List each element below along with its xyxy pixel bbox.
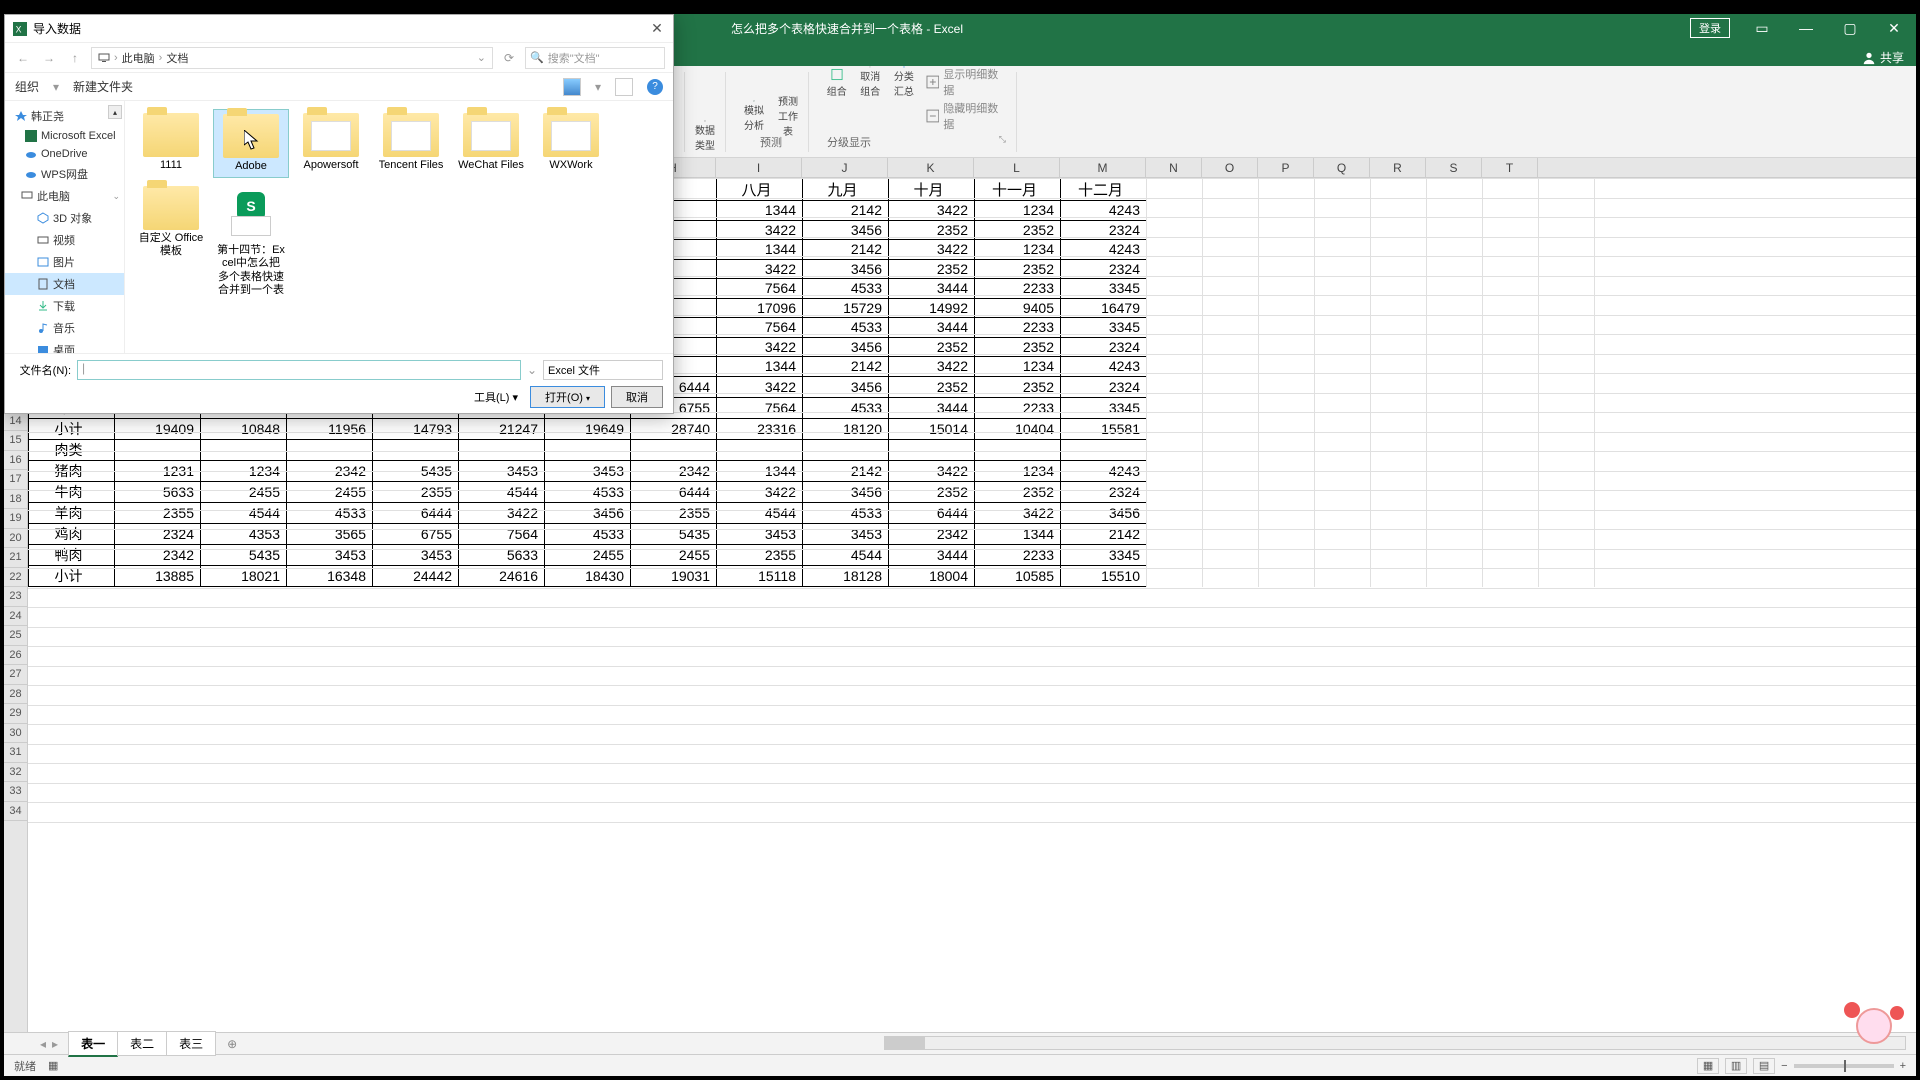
hide-detail-button[interactable]: 隐藏明细数据 (926, 100, 1008, 132)
dialog-toolbar: 组织▾ 新建文件夹 ▾ ? (5, 73, 673, 101)
sheet-nav-prev[interactable]: ◂ (34, 1037, 52, 1051)
sidebar-quick-access[interactable]: 韩正尧 ▴ (5, 105, 124, 127)
sheet-nav-next[interactable]: ▸ (52, 1037, 68, 1051)
mascot-decoration (1840, 1002, 1910, 1062)
login-button[interactable]: 登录 (1690, 18, 1730, 38)
sidebar-item[interactable]: 下载 (5, 295, 124, 317)
sheet-tabs-bar: ◂ ▸ 表一 表二 表三 ⊕ (4, 1032, 1916, 1054)
refresh-button[interactable]: ⟳ (499, 51, 519, 65)
sidebar-item[interactable]: 图片 (5, 251, 124, 273)
search-input[interactable]: 🔍搜索"文档" (525, 47, 665, 69)
zoom-out-button[interactable]: − (1781, 1060, 1787, 1072)
close-button[interactable]: ✕ (1872, 14, 1916, 42)
filename-label: 文件名(N): (15, 362, 71, 378)
sidebar-item[interactable]: 桌面 (5, 339, 124, 353)
view-pagebreak-button[interactable]: ▤ (1753, 1058, 1775, 1074)
cancel-button[interactable]: 取消 (611, 386, 663, 408)
sheet-tab-2[interactable]: 表二 (117, 1031, 167, 1056)
view-mode-button[interactable] (563, 78, 581, 96)
sidebar-item[interactable]: OneDrive (5, 145, 124, 163)
folder-item[interactable]: 自定义 Office 模板 (133, 182, 209, 298)
sidebar-item[interactable]: 此电脑⌄ (5, 185, 124, 207)
nav-up-button[interactable]: ↑ (65, 48, 85, 68)
folder-item[interactable]: 1111 (133, 109, 209, 178)
status-ready: 就绪 (14, 1058, 36, 1074)
sidebar-item[interactable]: 3D 对象 (5, 207, 124, 229)
svg-text:X: X (16, 24, 22, 34)
ribbon-group-forecast: 模拟分析 预测工作表 预测 (734, 72, 809, 152)
newfolder-button[interactable]: 新建文件夹 (73, 78, 133, 95)
forecast-button[interactable]: 预测工作表 (776, 100, 800, 132)
sidebar-scroll-up[interactable]: ▴ (108, 105, 122, 119)
show-detail-button[interactable]: 显示明细数据 (926, 66, 1008, 98)
breadcrumb-dropdown[interactable]: ⌄ (477, 51, 486, 64)
ungroup-button[interactable]: 取消组合 (859, 66, 883, 98)
macro-record-icon[interactable]: ▦ (48, 1059, 58, 1072)
status-bar: 就绪 ▦ ▦ ▥ ▤ − + (4, 1054, 1916, 1076)
preview-pane-button[interactable] (615, 78, 633, 96)
subtotal-button[interactable]: 分类汇总 (892, 66, 916, 98)
file-item[interactable]: S第十四节：Excel中怎么把多个表格快速合并到一个表格 (213, 182, 289, 298)
zoom-slider[interactable] (1794, 1064, 1894, 1068)
dialog-bottom: 文件名(N): | ⌄ Excel 文件 工具(L) ▾ 打开(O) ▾ 取消 (5, 353, 673, 413)
tools-dropdown[interactable]: 工具(L) ▾ (468, 389, 524, 405)
folder-item[interactable]: Tencent Files (373, 109, 449, 178)
folder-item[interactable]: Apowersoft (293, 109, 369, 178)
view-layout-button[interactable]: ▥ (1725, 1058, 1747, 1074)
sidebar-item[interactable]: 音乐 (5, 317, 124, 339)
dialog-sidebar: 韩正尧 ▴ Microsoft ExcelOneDriveWPS网盘此电脑⌄3D… (5, 101, 125, 353)
outline-launcher[interactable]: ⤡ (999, 134, 1006, 152)
share-button[interactable]: 共享 (1862, 49, 1916, 66)
dialog-nav: ← → ↑ › 此电脑 › 文档 ⌄ ⟳ 🔍搜索"文档" (5, 43, 673, 73)
dialog-titlebar[interactable]: X 导入数据 ✕ (5, 15, 673, 43)
sheet-tab-3[interactable]: 表三 (166, 1031, 216, 1056)
open-button[interactable]: 打开(O) ▾ (530, 386, 605, 408)
ribbon-group-outline: 组合 取消组合 分类汇总 显示明细数据 隐藏明细数据 分级显示⤡ (817, 72, 1017, 152)
group-label-forecast: 预测 (760, 134, 782, 152)
maximize-button[interactable]: ▢ (1828, 14, 1872, 42)
folder-item[interactable]: WeChat Files (453, 109, 529, 178)
datatype-button[interactable]: 数据类型 (693, 120, 717, 152)
filename-input[interactable]: | (77, 360, 521, 380)
help-button[interactable]: ? (647, 79, 663, 95)
whatif-button[interactable]: 模拟分析 (742, 100, 766, 132)
group-label-outline: 分级显示 (827, 134, 871, 152)
folder-item[interactable]: Adobe (213, 109, 289, 178)
minimize-button[interactable]: — (1784, 14, 1828, 42)
pc-icon (98, 52, 110, 64)
filetype-dropdown[interactable]: Excel 文件 (543, 360, 663, 380)
sidebar-item[interactable]: WPS网盘 (5, 163, 124, 185)
import-data-dialog: X 导入数据 ✕ ← → ↑ › 此电脑 › 文档 ⌄ ⟳ 🔍搜索"文档" 组织… (4, 14, 674, 414)
nav-back-button[interactable]: ← (13, 48, 33, 68)
nav-fwd-button[interactable]: → (39, 48, 59, 68)
ribbon-group-datatypes: 数据类型 (684, 72, 726, 152)
folder-item[interactable]: WXWork (533, 109, 609, 178)
ribbon-display-button[interactable]: ▭ (1740, 14, 1784, 42)
sidebar-item[interactable]: 视频 (5, 229, 124, 251)
sidebar-item[interactable]: Microsoft Excel (5, 127, 124, 145)
sheet-tab-1[interactable]: 表一 (68, 1031, 118, 1057)
breadcrumb[interactable]: › 此电脑 › 文档 ⌄ (91, 47, 493, 69)
sidebar-item[interactable]: 文档 (5, 273, 124, 295)
excel-icon: X (13, 22, 27, 36)
view-normal-button[interactable]: ▦ (1697, 1058, 1719, 1074)
dialog-close-button[interactable]: ✕ (641, 20, 673, 37)
file-list[interactable]: 1111AdobeApowersoftTencent FilesWeChat F… (125, 101, 673, 353)
dialog-title: 导入数据 (33, 20, 81, 37)
group-button[interactable]: 组合 (825, 66, 849, 98)
add-sheet-button[interactable]: ⊕ (221, 1037, 243, 1051)
horizontal-scrollbar[interactable] (884, 1036, 1906, 1050)
organize-button[interactable]: 组织 (15, 78, 39, 95)
